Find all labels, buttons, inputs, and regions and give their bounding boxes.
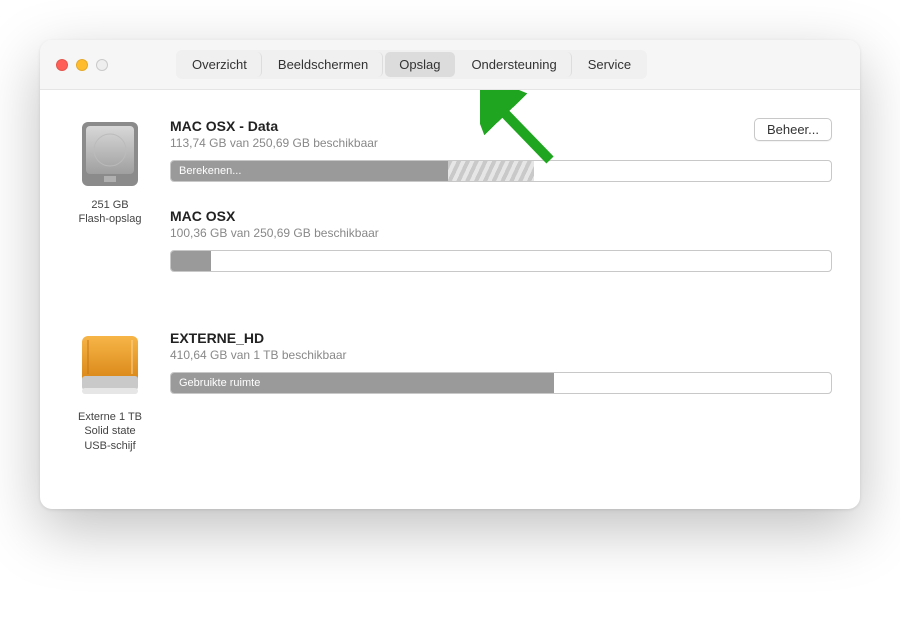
bar-segment-gray: [171, 251, 211, 271]
volume-header: MAC OSX 100,36 GB van 250,69 GB beschikba…: [170, 208, 832, 250]
external-ssd-icon: [74, 330, 146, 402]
volume-name: MAC OSX - Data: [170, 118, 378, 134]
storage-bar: [170, 250, 832, 272]
volume-subtitle: 113,74 GB van 250,69 GB beschikbaar: [170, 136, 378, 150]
bar-segment-hatch: [448, 161, 534, 181]
manage-button[interactable]: Beheer...: [754, 118, 832, 141]
storage-bar: Gebruikte ruimte: [170, 372, 832, 394]
zoom-button[interactable]: [96, 59, 108, 71]
tab-beeldschermen[interactable]: Beeldschermen: [264, 52, 383, 77]
drive-group: Externe 1 TBSolid stateUSB-schijf EXTERNE…: [40, 330, 860, 485]
volume: EXTERNE_HD 410,64 GB van 1 TB beschikbaar…: [170, 330, 832, 394]
drive-icon-column: Externe 1 TBSolid stateUSB-schijf: [68, 330, 152, 453]
drive-group: 251 GBFlash-opslag MAC OSX - Data 113,74 G…: [40, 118, 860, 330]
volume-subtitle: 410,64 GB van 1 TB beschikbaar: [170, 348, 347, 362]
storage-bar: Berekenen...: [170, 160, 832, 182]
internal-ssd-icon: [74, 118, 146, 190]
volume-subtitle: 100,36 GB van 250,69 GB beschikbaar: [170, 226, 379, 240]
tab-service[interactable]: Service: [574, 52, 645, 77]
tab-bar: OverzichtBeeldschermenOpslagOndersteunin…: [176, 50, 647, 79]
drive-caption: Externe 1 TBSolid stateUSB-schijf: [78, 410, 142, 453]
drive-icon-column: 251 GBFlash-opslag: [68, 118, 152, 298]
storage-content: 251 GBFlash-opslag MAC OSX - Data 113,74 G…: [40, 90, 860, 509]
bar-segment-label: Gebruikte ruimte: [179, 377, 260, 389]
volume-name: MAC OSX: [170, 208, 379, 224]
window-controls: [56, 59, 108, 71]
titlebar: OverzichtBeeldschermenOpslagOndersteunin…: [40, 40, 860, 90]
volume-name: EXTERNE_HD: [170, 330, 347, 346]
tab-ondersteuning[interactable]: Ondersteuning: [457, 52, 571, 77]
tab-overzicht[interactable]: Overzicht: [178, 52, 262, 77]
volume: MAC OSX - Data 113,74 GB van 250,69 GB be…: [170, 118, 832, 182]
drive-caption: 251 GBFlash-opslag: [79, 198, 142, 227]
drive-info-column: EXTERNE_HD 410,64 GB van 1 TB beschikbaar…: [170, 330, 832, 453]
volume: MAC OSX 100,36 GB van 250,69 GB beschikba…: [170, 208, 832, 272]
close-button[interactable]: [56, 59, 68, 71]
minimize-button[interactable]: [76, 59, 88, 71]
tab-opslag[interactable]: Opslag: [385, 52, 455, 77]
about-this-mac-window: OverzichtBeeldschermenOpslagOndersteunin…: [40, 40, 860, 509]
bar-segment-label: Berekenen...: [179, 165, 241, 177]
drive-info-column: MAC OSX - Data 113,74 GB van 250,69 GB be…: [170, 118, 832, 298]
volume-header: MAC OSX - Data 113,74 GB van 250,69 GB be…: [170, 118, 832, 160]
volume-header: EXTERNE_HD 410,64 GB van 1 TB beschikbaar: [170, 330, 832, 372]
